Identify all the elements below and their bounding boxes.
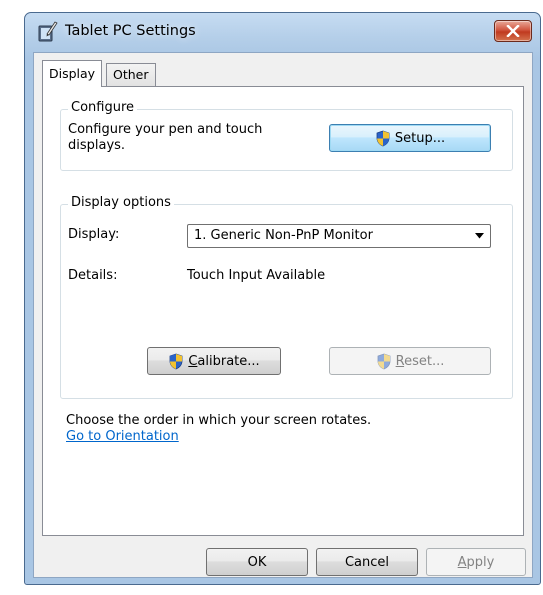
apply-rest: pply xyxy=(466,554,495,570)
display-select[interactable]: 1. Generic Non-PnP Monitor xyxy=(187,224,491,248)
apply-button[interactable]: Apply xyxy=(426,548,526,576)
display-select-value: 1. Generic Non-PnP Monitor xyxy=(194,228,373,243)
dialog-window: Tablet PC Settings Display Other Configu… xyxy=(24,12,541,585)
reset-mnemonic: R xyxy=(395,353,405,369)
close-icon xyxy=(506,25,520,37)
tablet-pen-icon xyxy=(38,21,58,42)
display-options-legend: Display options xyxy=(68,195,174,210)
orientation-text: Choose the order in which your screen ro… xyxy=(66,413,372,428)
calibrate-rest: alibrate... xyxy=(197,353,260,369)
calibrate-button-label: Calibrate... xyxy=(188,354,259,369)
configure-legend: Configure xyxy=(68,100,138,115)
setup-button[interactable]: Setup... xyxy=(329,124,491,152)
tab-other[interactable]: Other xyxy=(106,63,156,86)
uac-shield-icon xyxy=(376,130,390,146)
display-options-group: Display options Display: 1. Generic Non-… xyxy=(60,195,513,399)
cancel-button-label: Cancel xyxy=(344,554,390,570)
title-bar[interactable]: Tablet PC Settings xyxy=(25,13,540,51)
go-to-orientation-link[interactable]: Go to Orientation xyxy=(66,429,179,444)
close-button[interactable] xyxy=(494,20,532,42)
apply-mnemonic: A xyxy=(457,554,467,570)
details-value: Touch Input Available xyxy=(187,268,326,283)
reset-button-label: Reset... xyxy=(396,354,445,369)
setup-button-label: Setup... xyxy=(394,130,446,146)
ok-button[interactable]: OK xyxy=(206,548,308,576)
window-title: Tablet PC Settings xyxy=(65,23,196,39)
details-label: Details: xyxy=(68,268,118,283)
configure-group: Configure Configure your pen and touch d… xyxy=(60,100,513,171)
dialog-client-area: Display Other Configure Configure your p… xyxy=(33,52,533,578)
apply-button-label: Apply xyxy=(458,555,495,570)
cancel-button[interactable]: Cancel xyxy=(316,548,418,576)
uac-shield-icon xyxy=(377,353,391,369)
calibrate-button[interactable]: Calibrate... xyxy=(147,347,281,375)
ok-button-label: OK xyxy=(247,554,267,570)
dropdown-arrow-icon xyxy=(475,233,484,239)
uac-shield-icon xyxy=(169,353,183,369)
configure-description-line2: displays. xyxy=(68,138,126,153)
configure-description-line1: Configure your pen and touch xyxy=(68,122,263,137)
tab-panel-display: Configure Configure your pen and touch d… xyxy=(42,86,524,536)
reset-button[interactable]: Reset... xyxy=(329,347,491,375)
tab-display[interactable]: Display xyxy=(42,60,103,87)
reset-rest: eset... xyxy=(404,353,445,369)
display-label: Display: xyxy=(68,227,120,242)
